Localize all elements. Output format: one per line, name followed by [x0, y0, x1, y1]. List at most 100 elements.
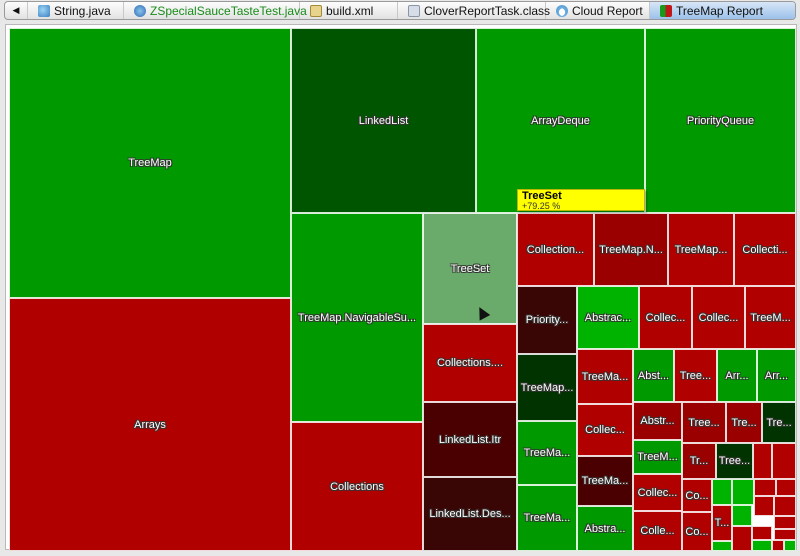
- treemap-cell-label: TreeSet: [450, 262, 490, 275]
- treemap-cell-label: Abst...: [637, 369, 670, 382]
- treemap-cell[interactable]: LinkedList: [291, 28, 476, 213]
- treemap-cell[interactable]: Collecti...: [734, 213, 796, 286]
- treemap-cell-label: TreeMap...: [520, 381, 574, 394]
- treemap-cell[interactable]: [784, 540, 796, 551]
- treemap-cell[interactable]: Collec...: [639, 286, 692, 349]
- tab-treemap-report[interactable]: TreeMap Report: [650, 2, 795, 19]
- tab-scroll-left-button[interactable]: ◀: [5, 2, 28, 19]
- treemap-cell-label: Collec...: [637, 486, 678, 499]
- treemap-cell[interactable]: Tree...: [716, 443, 753, 479]
- treemap-cell[interactable]: PriorityQueue: [645, 28, 796, 213]
- treemap-cell[interactable]: TreeM...: [745, 286, 796, 349]
- treemap-cell-label: LinkedList: [358, 114, 409, 127]
- treemap-cell[interactable]: T...: [712, 505, 732, 541]
- treemap-cell[interactable]: TreeM...: [633, 440, 682, 474]
- treemap-cell[interactable]: TreeMap.NavigableSu...: [291, 213, 423, 422]
- treemap-cell-label: Tre...: [766, 416, 792, 429]
- treemap-cell[interactable]: Co...: [682, 512, 712, 551]
- arrow-left-icon: ◀: [12, 5, 20, 15]
- treemap-cell-label: ArrayDeque: [531, 114, 590, 127]
- treemap-cell[interactable]: TreeMap.N...: [594, 213, 668, 286]
- treemap-cell[interactable]: Tre...: [762, 402, 796, 443]
- treemap-cell[interactable]: [776, 479, 796, 496]
- treemap-cell-label: Arrays: [134, 418, 166, 431]
- treemap-cell[interactable]: Colle...: [633, 511, 682, 551]
- treemap-cell[interactable]: Collec...: [577, 404, 633, 456]
- treemap-cell[interactable]: Collec...: [692, 286, 745, 349]
- treemap-cell-label: Co...: [685, 489, 709, 502]
- treemap-cell-label: Collection...: [526, 243, 585, 256]
- treemap-cell[interactable]: [752, 540, 772, 551]
- tab-cloverreporttask-class[interactable]: CloverReportTask.class: [398, 2, 550, 19]
- treemap-cell[interactable]: Collections....: [423, 324, 517, 402]
- treemap-cell[interactable]: Tree...: [674, 349, 717, 402]
- treemap-cell[interactable]: Abst...: [633, 349, 674, 402]
- treemap-cell[interactable]: TreeMap: [9, 28, 291, 298]
- treemap-cell[interactable]: Abstr...: [633, 402, 682, 440]
- treemap-cell[interactable]: ArrayDeque: [476, 28, 645, 213]
- treemap-cell-label: Collec...: [585, 424, 625, 436]
- treemap-report: TreeMap Arrays LinkedList ArrayDeque Priorit…: [5, 24, 797, 551]
- java-class-icon: [38, 4, 50, 17]
- treemap-cell[interactable]: [772, 443, 796, 479]
- treemap-cell[interactable]: TreeMa...: [577, 456, 633, 506]
- treemap-cell[interactable]: LinkedList.Des...: [423, 477, 517, 551]
- treemap-cell[interactable]: [774, 496, 796, 516]
- treemap-cell[interactable]: Abstra...: [577, 506, 633, 551]
- treemap-cell[interactable]: [754, 496, 774, 516]
- treemap-cell[interactable]: [732, 505, 752, 526]
- treemap-cell[interactable]: [774, 529, 796, 540]
- treemap-cell[interactable]: LinkedList.Itr: [423, 402, 517, 477]
- treemap-cell[interactable]: [754, 479, 776, 496]
- treemap-cell[interactable]: [753, 443, 772, 479]
- tab-string-java[interactable]: String.java: [28, 2, 124, 19]
- treemap-cell[interactable]: Arr...: [757, 349, 796, 402]
- treemap-cell-label: PriorityQueue: [686, 114, 755, 127]
- treemap-cell[interactable]: [752, 526, 772, 540]
- treemap-cell[interactable]: TreeMap...: [668, 213, 734, 286]
- treemap-cell-label: TreeMa...: [581, 475, 629, 487]
- treemap-cell[interactable]: Collection...: [517, 213, 594, 286]
- treemap-cell-label: TreeMap: [128, 157, 172, 169]
- treemap-cell-label: TreeMa...: [581, 370, 629, 383]
- treemap-cell[interactable]: Abstrac...: [577, 286, 639, 349]
- treemap-cell-label: TreeMa...: [523, 512, 571, 524]
- xml-file-icon: [310, 4, 322, 17]
- treemap-cell-label: Arr...: [725, 369, 749, 382]
- treemap-cell[interactable]: [712, 479, 732, 505]
- treemap-cell-label: Abstrac...: [584, 311, 632, 324]
- treemap-cell[interactable]: [732, 479, 754, 505]
- treemap-cell[interactable]: [732, 526, 752, 551]
- class-file-icon: [408, 4, 420, 17]
- tab-zspecialsaucetastetest-java[interactable]: ZSpecialSauceTasteTest.java: [124, 2, 307, 19]
- treemap-cell-label: T...: [714, 517, 730, 529]
- treemap-cell[interactable]: Co...: [682, 479, 712, 512]
- treemap-cell[interactable]: Tre...: [726, 402, 762, 443]
- treemap-cell[interactable]: TreeMa...: [517, 485, 577, 551]
- treemap-cell-label: Collecti...: [742, 243, 788, 256]
- treemap-cell-label: Collections....: [436, 357, 504, 369]
- treemap-cell[interactable]: TreeMa...: [577, 349, 633, 404]
- treemap-cell-label: TreeMap...: [674, 243, 728, 256]
- tab-cloud-report[interactable]: Cloud Report: [546, 2, 650, 19]
- treemap-cell-label: Arr...: [764, 369, 789, 382]
- treemap-cell[interactable]: TreeMap...: [517, 354, 577, 421]
- treemap-cell-label: Co...: [685, 525, 709, 538]
- treemap-cell[interactable]: Arr...: [717, 349, 757, 402]
- treemap-cell[interactable]: Arrays: [9, 298, 291, 551]
- treemap-cell[interactable]: [772, 540, 784, 551]
- treemap-cell[interactable]: Tr...: [682, 443, 716, 479]
- treemap-cell-label: TreeMap.NavigableSu...: [297, 311, 417, 324]
- treemap-cell[interactable]: Tree...: [682, 402, 726, 443]
- treemap-cell-label: Priority...: [525, 314, 569, 326]
- tab-build-xml[interactable]: build.xml: [300, 2, 398, 19]
- treemap-cell[interactable]: Priority...: [517, 286, 577, 354]
- treemap-cell[interactable]: Collec...: [633, 474, 682, 511]
- treemap-cell[interactable]: TreeMa...: [517, 421, 577, 485]
- treemap-cell[interactable]: TreeSet: [423, 213, 517, 324]
- treemap-cell-label: TreeM...: [637, 451, 678, 463]
- treemap-cell[interactable]: Collections: [291, 422, 423, 551]
- treemap-cell[interactable]: [712, 541, 732, 551]
- treemap-cell[interactable]: [774, 516, 796, 529]
- treemap-cell-label: Collections: [330, 480, 384, 493]
